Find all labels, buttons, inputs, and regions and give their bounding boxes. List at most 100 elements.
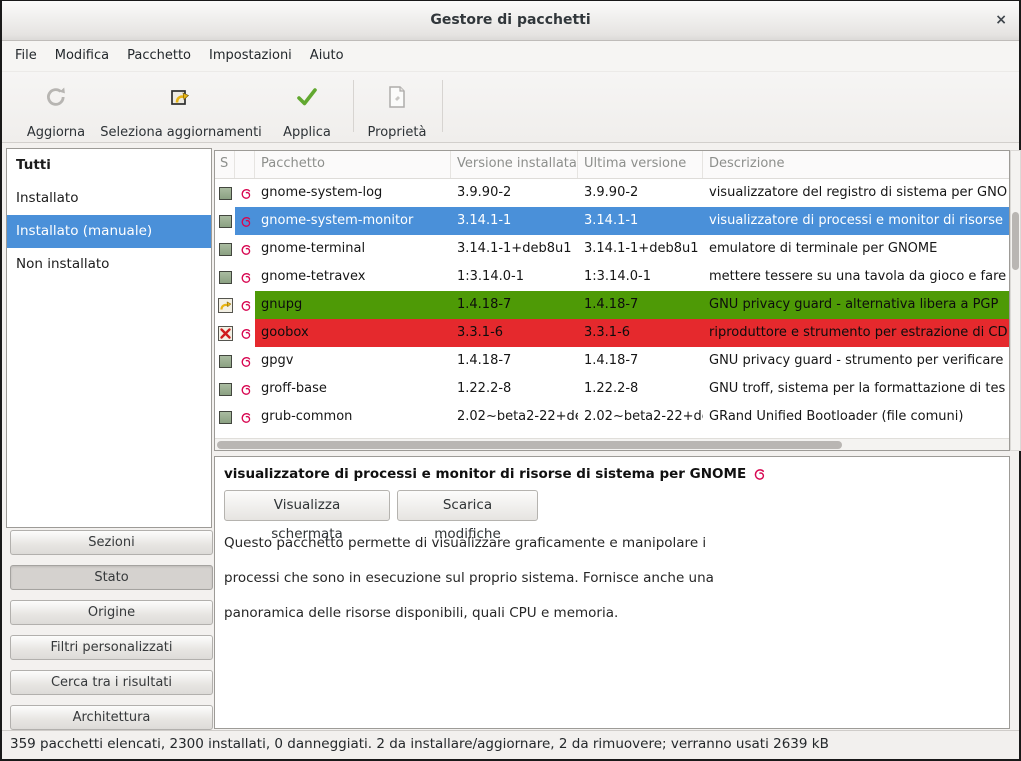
package-description: GRand Unified Bootloader (file comuni) [703,403,1009,431]
latest-version: 3.3.1-6 [578,319,703,347]
properties-document-icon [385,82,409,112]
table-row[interactable]: goobox3.3.1-63.3.1-6riproduttore e strum… [215,319,1009,347]
status-cell [215,235,235,263]
latest-version: 3.14.1-1 [578,207,703,235]
column-header-installed-version[interactable]: Versione installata [451,151,578,178]
download-changelog-button[interactable]: Scarica modifiche [397,490,538,521]
sidebar-button-stato[interactable]: Stato [10,565,213,590]
debian-swirl-icon [235,319,255,347]
close-icon[interactable]: × [995,12,1007,28]
installed-version: 1.4.18-7 [451,347,578,375]
details-title-text: visualizzatore di processi e monitor di … [224,466,746,482]
sidebar-button-cerca-tra-i-risultati[interactable]: Cerca tra i risultati [10,670,213,695]
package-description: GNU troff, sistema per la formattazione … [703,375,1009,403]
status-cell [215,347,235,375]
status-installed-icon [219,271,232,284]
toolbar-separator [442,80,443,132]
column-header-latest-version[interactable]: Ultima versione [578,151,703,178]
menu-modifica[interactable]: Modifica [46,41,118,71]
status-cell [215,179,235,207]
table-row[interactable]: gnome-terminal3.14.1-1+deb8u13.14.1-1+de… [215,235,1009,263]
sidebar-button-architettura[interactable]: Architettura [10,705,213,730]
column-header-package[interactable]: Pacchetto [255,151,451,178]
installed-version: 3.3.1-6 [451,319,578,347]
package-description: riproduttore e strumento per estrazione … [703,319,1009,347]
package-name: gnome-tetravex [255,263,451,291]
sidebar-button-sezioni[interactable]: Sezioni [10,530,213,555]
latest-version: 1:3.14.0-1 [578,263,703,291]
status-installed-icon [219,187,232,200]
filter-item-3[interactable]: Non installato [7,248,211,281]
description-line: Questo pacchetto permette di visualizzar… [224,535,706,551]
vertical-scrollbar[interactable] [1010,150,1021,451]
menu-file[interactable]: File [6,41,46,71]
menu-pacchetto[interactable]: Pacchetto [118,41,200,71]
table-row[interactable]: gnome-tetravex1:3.14.0-11:3.14.0-1metter… [215,263,1009,291]
package-description: mettere tessere su una tavola da gioco e… [703,263,1009,291]
debian-swirl-icon [235,263,255,291]
installed-version: 3.14.1-1 [451,207,578,235]
package-name: gnupg [255,291,451,319]
latest-version: 3.9.90-2 [578,179,703,207]
debian-swirl-icon [235,179,255,207]
status-installed-icon [219,215,232,228]
package-description: emulatore di terminale per GNOME [703,235,1009,263]
table-row[interactable]: grub-common2.02~beta2-22+de2.02~beta2-22… [215,403,1009,431]
status-marked-reinstall-icon [218,298,233,313]
package-name: gnome-system-monitor [255,207,451,235]
status-bar: 359 pacchetti elencati, 2300 installati,… [2,730,1019,759]
table-row[interactable]: gnupg1.4.18-71.4.18-7GNU privacy guard -… [215,291,1009,319]
package-name: gnome-terminal [255,235,451,263]
filter-item-0[interactable]: Tutti [7,149,211,182]
debian-swirl-icon [235,347,255,375]
properties-button[interactable]: Proprietà [360,78,434,142]
table-row[interactable]: groff-base1.22.2-81.22.2-8GNU troff, sis… [215,375,1009,403]
horizontal-scrollbar[interactable] [215,438,1009,450]
apply-button[interactable]: Applica [270,78,344,142]
package-name: goobox [255,319,451,347]
package-name: gnome-system-log [255,179,451,207]
column-header-supported[interactable] [235,151,255,178]
toolbar: Aggiorna Seleziona aggiornamenti Applica… [2,71,1019,143]
status-installed-icon [219,355,232,368]
description-line: processi che sono in esecuzione sul prop… [224,570,714,586]
mark-upgrades-button[interactable]: Seleziona aggiornamenti [100,78,262,142]
status-marked-removal-icon [218,326,233,341]
package-description: GNU privacy guard - strumento per verifi… [703,347,1009,375]
apply-label: Applica [283,125,331,140]
status-installed-icon [219,383,232,396]
sidebar-button-origine[interactable]: Origine [10,600,213,625]
table-row[interactable]: gnome-system-log3.9.90-23.9.90-2visualiz… [215,179,1009,207]
table-row[interactable]: gnome-system-monitor3.14.1-13.14.1-1visu… [215,207,1009,235]
debian-swirl-icon [235,375,255,403]
table-row[interactable]: gpgv1.4.18-71.4.18-7GNU privacy guard - … [215,347,1009,375]
titlebar: Gestore di pacchetti × [2,1,1019,41]
table-rows: gnome-system-log3.9.90-23.9.90-2visualiz… [215,179,1009,441]
latest-version: 2.02~beta2-22+de [578,403,703,431]
status-cell [215,207,235,235]
debian-swirl-icon [752,467,766,481]
debian-swirl-icon [235,235,255,263]
filter-item-2[interactable]: Installato (manuale) [7,215,211,248]
table-header: S Pacchetto Versione installata Ultima v… [215,151,1009,179]
sidebar-button-filtri-personalizzati[interactable]: Filtri personalizzati [10,635,213,660]
window-title: Gestore di pacchetti [2,12,1019,28]
menu-aiuto[interactable]: Aiuto [301,41,353,71]
package-description: visualizzatore di processi e monitor di … [703,207,1009,235]
properties-label: Proprietà [368,125,427,140]
refresh-button[interactable]: Aggiorna [18,78,94,142]
debian-swirl-icon [235,291,255,319]
view-screenshot-button[interactable]: Visualizza schermata [224,490,390,521]
horizontal-scrollbar-thumb[interactable] [217,441,842,449]
vertical-scrollbar-thumb[interactable] [1012,212,1019,270]
toolbar-separator [353,80,354,132]
column-header-description[interactable]: Descrizione [703,151,1009,178]
package-description: visualizzatore del registro di sistema p… [703,179,1009,207]
menu-impostazioni[interactable]: Impostazioni [200,41,301,71]
mark-upgrades-icon [168,82,194,112]
status-text: 359 pacchetti elencati, 2300 installati,… [10,731,829,758]
latest-version: 1.4.18-7 [578,347,703,375]
package-name: groff-base [255,375,451,403]
filter-item-1[interactable]: Installato [7,182,211,215]
column-header-status[interactable]: S [215,151,235,178]
